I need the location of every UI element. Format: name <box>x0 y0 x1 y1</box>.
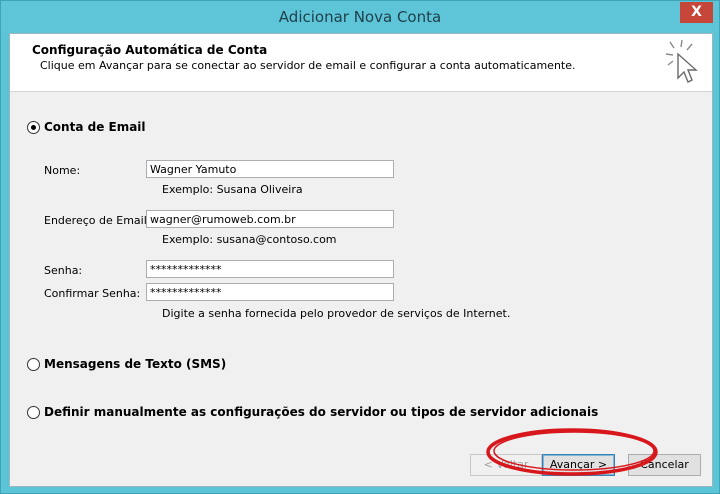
radio-sms-label: Mensagens de Texto (SMS) <box>44 357 227 371</box>
title-bar[interactable]: Adicionar Nova Conta X <box>1 1 719 33</box>
email-field[interactable]: wagner@rumoweb.com.br <box>146 210 394 228</box>
name-label: Nome: <box>44 164 81 177</box>
dialog-content: Configuração Automática de Conta Clique … <box>9 33 713 487</box>
header-title: Configuração Automática de Conta <box>32 43 268 57</box>
radio-manual-label: Definir manualmente as configurações do … <box>44 405 599 419</box>
confirm-password-label: Confirmar Senha: <box>44 287 141 300</box>
window-title: Adicionar Nova Conta <box>278 8 442 26</box>
cursor-sparkle-icon <box>665 39 698 83</box>
email-label: Endereço de Email: <box>44 214 151 227</box>
radio-email-label: Conta de Email <box>44 120 146 134</box>
header-subtitle: Clique em Avançar para se conectar ao se… <box>40 59 576 72</box>
radio-email-account[interactable]: Conta de Email <box>27 120 146 134</box>
password-field[interactable]: ************* <box>146 260 394 278</box>
password-hint: Digite a senha fornecida pelo provedor d… <box>162 307 511 320</box>
radio-sms[interactable]: Mensagens de Texto (SMS) <box>27 357 226 371</box>
password-label: Senha: <box>44 264 83 277</box>
confirm-password-field[interactable]: ************* <box>146 283 394 301</box>
radio-button-checked[interactable] <box>27 120 40 134</box>
email-hint: Exemplo: susana@contoso.com <box>162 233 337 246</box>
red-circle-annotation <box>486 428 658 476</box>
name-field[interactable]: Wagner Yamuto <box>146 160 394 178</box>
close-button[interactable]: X <box>680 2 713 23</box>
name-hint: Exemplo: Susana Oliveira <box>162 183 303 196</box>
radio-manual-setup[interactable]: Definir manualmente as configurações do … <box>27 405 598 419</box>
dialog-window: Adicionar Nova Conta X Configuração Auto… <box>0 0 720 494</box>
radio-button[interactable] <box>27 405 40 419</box>
radio-button[interactable] <box>27 357 40 371</box>
wizard-header: Configuração Automática de Conta Clique … <box>10 34 712 92</box>
